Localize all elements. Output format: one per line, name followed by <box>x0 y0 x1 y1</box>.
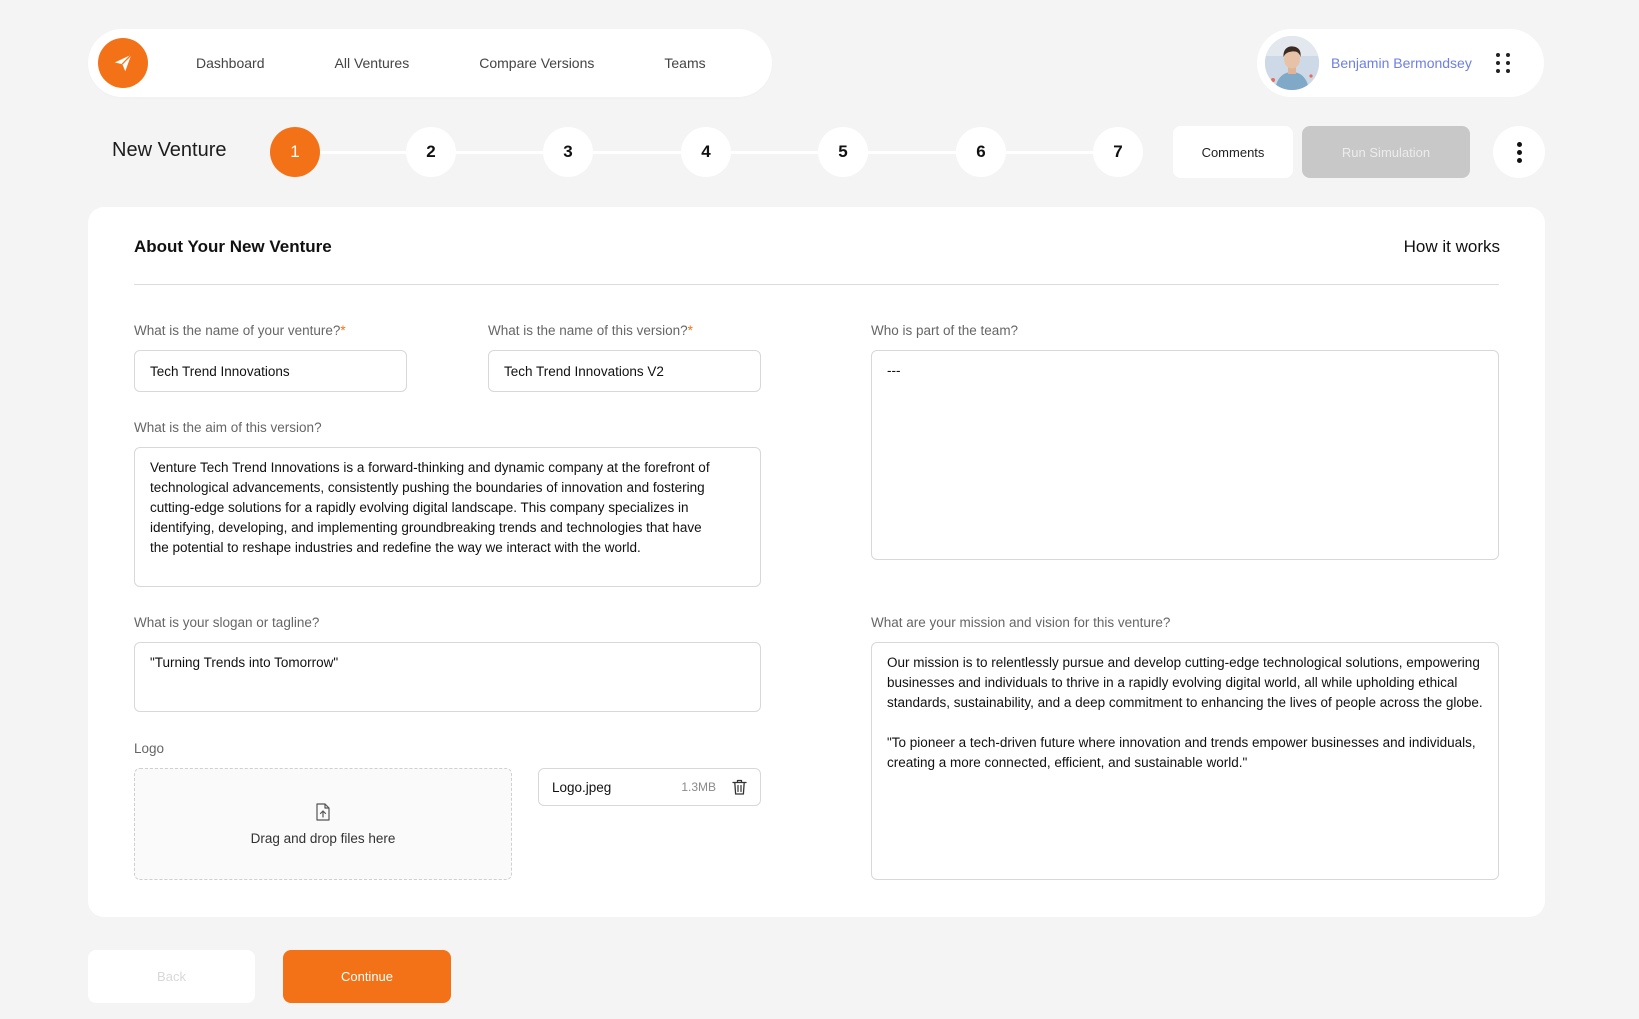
venture-name-label-text: What is the name of your venture? <box>134 323 341 338</box>
back-button[interactable]: Back <box>88 950 255 1003</box>
nav-all-ventures[interactable]: All Ventures <box>335 55 410 71</box>
top-nav: Dashboard All Ventures Compare Versions … <box>88 29 772 97</box>
logo-dropzone[interactable]: Drag and drop files here <box>134 768 512 880</box>
slogan-label: What is your slogan or tagline? <box>134 615 320 630</box>
nav-links: Dashboard All Ventures Compare Versions … <box>196 55 706 71</box>
required-mark: * <box>687 323 693 338</box>
step-3[interactable]: 3 <box>543 127 593 177</box>
brand-logo[interactable] <box>98 38 148 88</box>
nav-compare-versions[interactable]: Compare Versions <box>479 55 594 71</box>
version-name-label: What is the name of this version?* <box>488 323 693 338</box>
venture-name-label: What is the name of your venture?* <box>134 323 346 338</box>
logo-label: Logo <box>134 741 165 756</box>
continue-button[interactable]: Continue <box>283 950 451 1003</box>
how-it-works-link[interactable]: How it works <box>1404 237 1500 257</box>
vertical-dots-icon[interactable] <box>1493 126 1545 178</box>
version-name-input[interactable] <box>488 350 761 392</box>
paper-plane-icon <box>112 52 134 74</box>
file-name: Logo.jpeg <box>552 779 612 795</box>
mission-label: What are your mission and vision for thi… <box>871 615 1171 630</box>
venture-form-card: About Your New Venture How it works What… <box>88 207 1545 917</box>
comments-button[interactable]: Comments <box>1173 126 1293 178</box>
divider <box>134 284 1499 285</box>
user-box: Benjamin Bermondsey <box>1257 29 1544 97</box>
user-name[interactable]: Benjamin Bermondsey <box>1331 55 1472 71</box>
page-title: New Venture <box>112 139 227 161</box>
file-size: 1.3MB <box>681 780 716 794</box>
nav-teams[interactable]: Teams <box>664 55 705 71</box>
run-simulation-button[interactable]: Run Simulation <box>1302 126 1470 178</box>
required-mark: * <box>340 323 346 338</box>
step-5[interactable]: 5 <box>818 127 868 177</box>
team-textarea[interactable]: --- <box>871 350 1499 560</box>
aim-textarea[interactable]: Venture Tech Trend Innovations is a forw… <box>134 447 761 587</box>
file-upload-icon <box>315 802 331 821</box>
step-7[interactable]: 7 <box>1093 127 1143 177</box>
team-label: Who is part of the team? <box>871 323 1019 338</box>
grid-dots-icon[interactable] <box>1495 53 1512 73</box>
mission-textarea[interactable]: Our mission is to relentlessly pursue an… <box>871 642 1499 880</box>
step-4[interactable]: 4 <box>681 127 731 177</box>
uploaded-file: Logo.jpeg 1.3MB <box>538 768 761 806</box>
step-2[interactable]: 2 <box>406 127 456 177</box>
avatar[interactable] <box>1265 36 1319 90</box>
slogan-textarea[interactable]: "Turning Trends into Tomorrow" <box>134 642 761 712</box>
version-name-label-text: What is the name of this version? <box>488 323 688 338</box>
card-title: About Your New Venture <box>134 237 332 256</box>
aim-label: What is the aim of this version? <box>134 420 322 435</box>
step-1[interactable]: 1 <box>270 127 320 177</box>
nav-dashboard[interactable]: Dashboard <box>196 55 265 71</box>
dropzone-text: Drag and drop files here <box>250 830 396 846</box>
venture-name-input[interactable] <box>134 350 407 392</box>
step-6[interactable]: 6 <box>956 127 1006 177</box>
trash-icon[interactable] <box>732 779 747 795</box>
